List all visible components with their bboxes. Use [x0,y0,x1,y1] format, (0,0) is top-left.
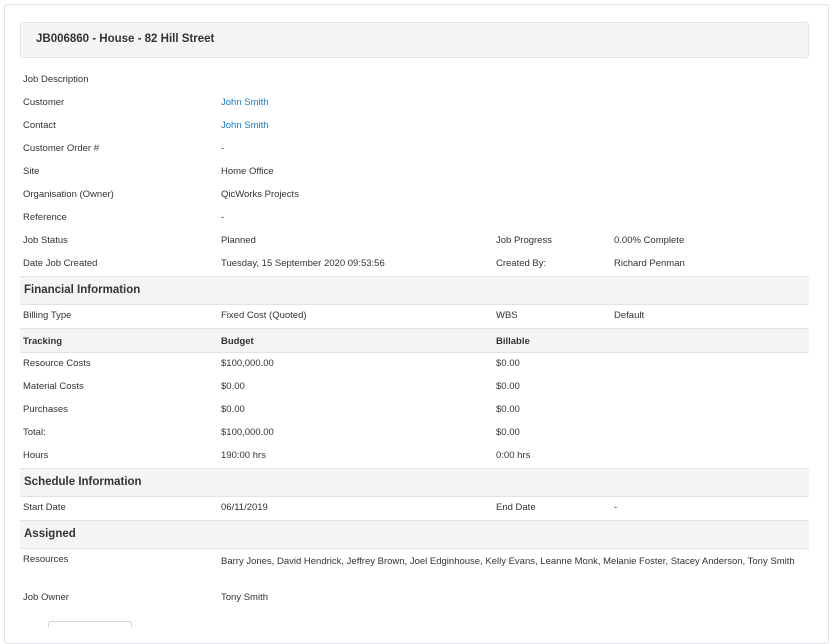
detail-row-contact: Contact John Smith [20,115,809,138]
detail-label: Job Owner [23,592,69,603]
billable-value: $0.00 [496,358,520,369]
table-row: Hours 190:00 hrs 0:00 hrs [20,445,809,468]
tracking-label: Hours [23,450,49,461]
contact-link[interactable]: John Smith [221,120,269,131]
budget-value: $100,000.00 [221,358,274,369]
section-financial-information: Financial Information [20,276,809,305]
start-date-value: 06/11/2019 [221,502,268,513]
detail-label: Created By: [496,258,547,269]
bottom-tab-edge[interactable] [48,621,132,627]
job-title: JB006860 - House - 82 Hill Street [36,33,215,45]
budget-value: 190:00 hrs [221,450,266,461]
tracking-label: Purchases [23,404,68,415]
section-title: Schedule Information [24,476,142,488]
budget-value: $0.00 [221,404,245,415]
detail-label: Contact [23,120,56,131]
detail-label: Start Date [23,502,66,513]
resources-row: Resources Barry Jones, David Hendrick, J… [20,549,809,589]
detail-row-customer-order: Customer Order # - [20,138,809,161]
detail-row-job-description: Job Description [20,69,809,92]
detail-label: Resources [23,554,69,565]
detail-label: End Date [496,502,536,513]
table-row: Material Costs $0.00 $0.00 [20,376,809,399]
date-created-value: Tuesday, 15 September 2020 09:53:56 [221,258,385,269]
job-header: JB006860 - House - 82 Hill Street [20,22,809,58]
tracking-label: Total: [23,427,46,438]
detail-label: Billing Type [23,310,72,321]
job-progress-value: 0.00% Complete [614,235,685,246]
column-header-tracking: Tracking [23,336,63,347]
detail-value: - [221,143,225,154]
tracking-label: Resource Costs [23,358,91,369]
billable-value: $0.00 [496,381,520,392]
section-assigned: Assigned [20,520,809,549]
detail-label: Customer [23,97,65,108]
detail-label: Job Description [23,74,89,85]
table-row: Total: $100,000.00 $0.00 [20,422,809,445]
tracking-table-header: Tracking Budget Billable [20,328,809,353]
detail-row-date-created: Date Job Created Tuesday, 15 September 2… [20,253,809,276]
detail-value: - [221,212,225,223]
section-title: Financial Information [24,284,141,296]
end-date-value: - [614,502,618,513]
column-header-budget: Budget [221,336,254,347]
customer-link[interactable]: John Smith [221,97,269,108]
detail-row-customer: Customer John Smith [20,92,809,115]
detail-row-reference: Reference - [20,207,809,230]
table-row: Purchases $0.00 $0.00 [20,399,809,422]
column-header-billable: Billable [496,336,530,347]
detail-label: Date Job Created [23,258,98,269]
budget-value: $0.00 [221,381,245,392]
resources-value: Barry Jones, David Hendrick, Jeffrey Bro… [221,556,795,567]
detail-row-job-status: Job Status Planned Job Progress 0.00% Co… [20,230,809,253]
billable-value: 0:00 hrs [496,450,531,461]
wbs-value: Default [614,310,645,321]
detail-row-site: Site Home Office [20,161,809,184]
created-by-value: Richard Penman [614,258,685,269]
section-title: Assigned [24,528,76,540]
billable-value: $0.00 [496,427,520,438]
detail-label: Job Status [23,235,68,246]
tracking-label: Material Costs [23,381,84,392]
billable-value: $0.00 [496,404,520,415]
detail-label: Site [23,166,40,177]
detail-label: Job Progress [496,235,552,246]
detail-value: QicWorks Projects [221,189,299,200]
detail-label: Reference [23,212,67,223]
billing-type-row: Billing Type Fixed Cost (Quoted) WBS Def… [20,305,809,328]
billing-type-value: Fixed Cost (Quoted) [221,310,307,321]
budget-value: $100,000.00 [221,427,274,438]
schedule-row: Start Date 06/11/2019 End Date - [20,497,809,520]
section-schedule-information: Schedule Information [20,468,809,497]
detail-label: Customer Order # [23,143,100,154]
table-row: Resource Costs $100,000.00 $0.00 [20,353,809,376]
job-owner-row: Job Owner Tony Smith [20,587,809,610]
detail-label: Organisation (Owner) [23,189,114,200]
job-status-value: Planned [221,235,256,246]
detail-value: Home Office [221,166,274,177]
detail-label: WBS [496,310,518,321]
job-owner-value: Tony Smith [221,592,268,603]
detail-row-organisation: Organisation (Owner) QicWorks Projects [20,184,809,207]
